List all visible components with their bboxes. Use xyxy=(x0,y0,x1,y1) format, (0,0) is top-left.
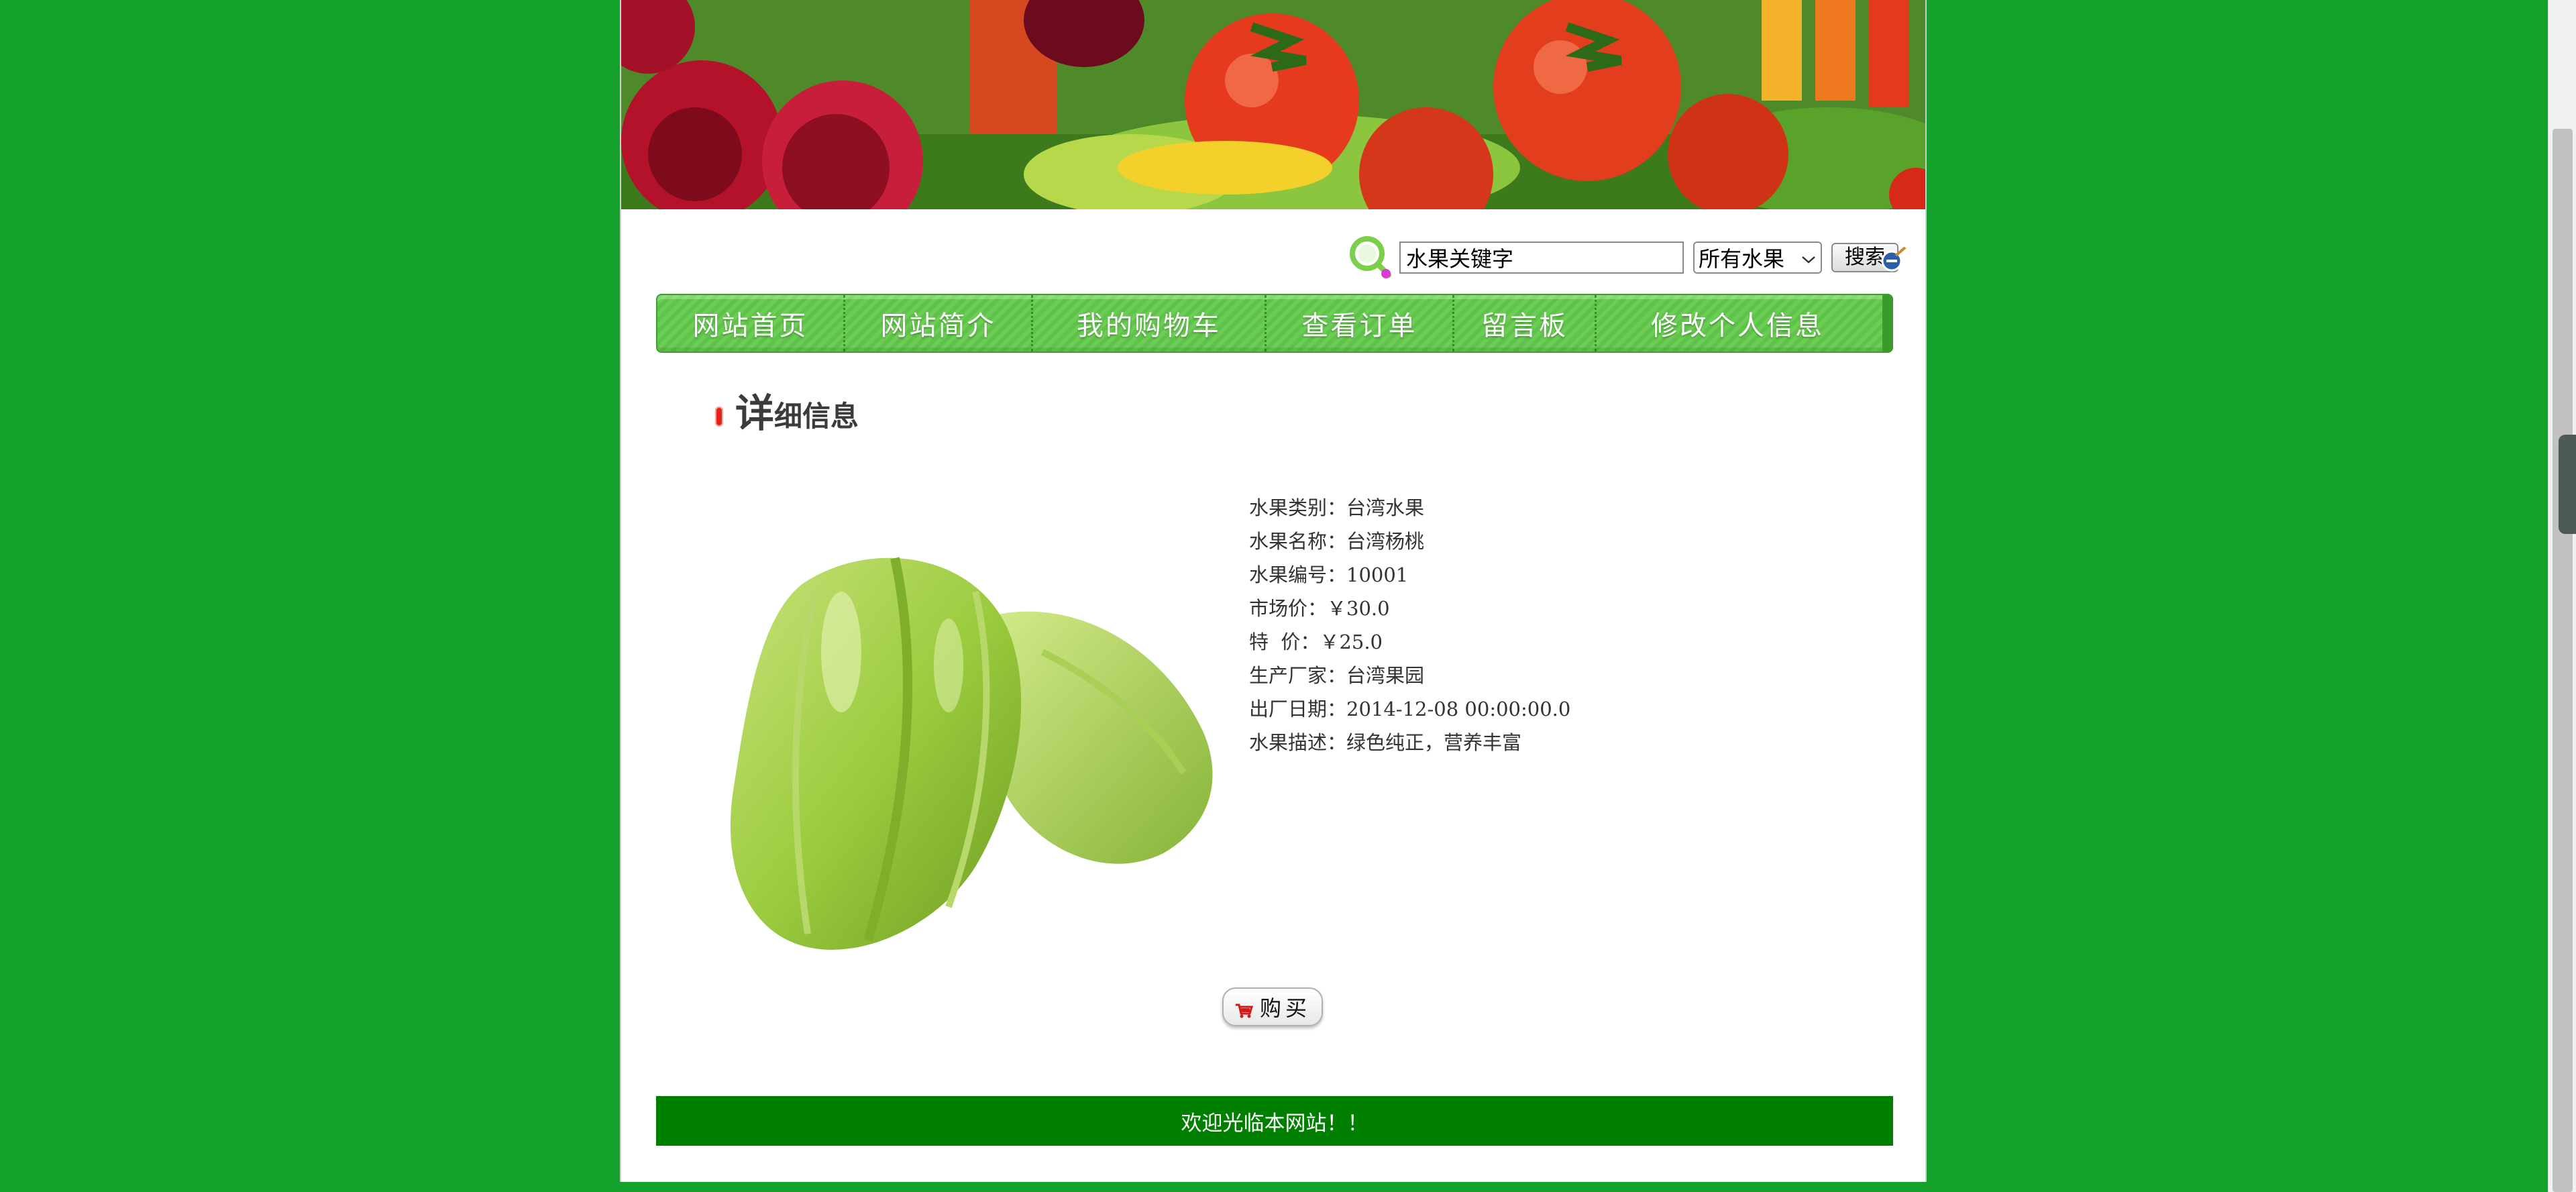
heading-small-text: 细信息 xyxy=(774,400,859,433)
search-button[interactable]: 搜索 xyxy=(1831,243,1907,272)
banner-image xyxy=(621,0,1925,209)
category-selected-value: 所有水果 xyxy=(1699,246,1785,272)
footer-bar: 欢迎光临本网站！！ xyxy=(656,1096,1893,1146)
nav-item-home[interactable]: 网站首页 xyxy=(657,295,845,351)
info-date: 出厂日期：2014-12-08 00:00:00.0 xyxy=(1249,698,1571,720)
page-scrollbar[interactable] xyxy=(2548,0,2576,1192)
heading-big-text: 详 xyxy=(735,390,775,436)
detail-heading: 详 细信息 xyxy=(715,392,859,435)
nav-item-guestbook[interactable]: 留言板 xyxy=(1454,295,1597,351)
search-input[interactable]: 水果关键字 xyxy=(1399,241,1684,274)
search-button-label: 搜索 xyxy=(1845,246,1885,269)
page-container: 水果关键字 所有水果 搜索 网站首页 网站简介 我的购物车 查看订单 留言板 修… xyxy=(620,0,1927,1182)
scroll-thumb[interactable] xyxy=(2553,129,2573,1192)
nav-item-about[interactable]: 网站简介 xyxy=(845,295,1033,351)
main-nav: 网站首页 网站简介 我的购物车 查看订单 留言板 修改个人信息 xyxy=(656,294,1893,353)
cart-icon xyxy=(1234,999,1254,1018)
nav-item-cart[interactable]: 我的购物车 xyxy=(1033,295,1267,351)
nav-item-profile[interactable]: 修改个人信息 xyxy=(1597,295,1878,351)
product-image xyxy=(694,478,1222,974)
info-id: 水果编号：10001 xyxy=(1249,563,1409,586)
info-description: 水果描述：绿色纯正，营养丰富 xyxy=(1249,731,1522,754)
chevron-down-icon xyxy=(1801,245,1817,270)
nav-item-orders[interactable]: 查看订单 xyxy=(1267,295,1454,351)
search-input-value: 水果关键字 xyxy=(1406,246,1514,272)
magnifier-icon xyxy=(1347,233,1395,282)
info-category: 水果类别：台湾水果 xyxy=(1249,496,1425,519)
buy-button-label: 购买 xyxy=(1259,995,1311,1021)
heading-marker-icon xyxy=(715,407,723,427)
buy-button[interactable]: 购买 xyxy=(1222,987,1323,1026)
search-badge-icon xyxy=(1880,246,1907,280)
search-bar: 水果关键字 所有水果 搜索 xyxy=(1347,233,1907,282)
info-name: 水果名称：台湾杨桃 xyxy=(1249,530,1425,553)
footer-text: 欢迎光临本网站！！ xyxy=(1181,1111,1368,1136)
side-widget-tab[interactable] xyxy=(2559,435,2576,534)
product-info: 水果类别：台湾水果 水果名称：台湾杨桃 水果编号：10001 市场价：￥30.0… xyxy=(1249,491,1570,759)
category-select[interactable]: 所有水果 xyxy=(1693,241,1822,274)
info-manufacturer: 生产厂家：台湾果园 xyxy=(1249,664,1425,687)
info-special-price: 特 价：￥25.0 xyxy=(1249,631,1383,653)
info-market-price: 市场价：￥30.0 xyxy=(1249,597,1390,620)
